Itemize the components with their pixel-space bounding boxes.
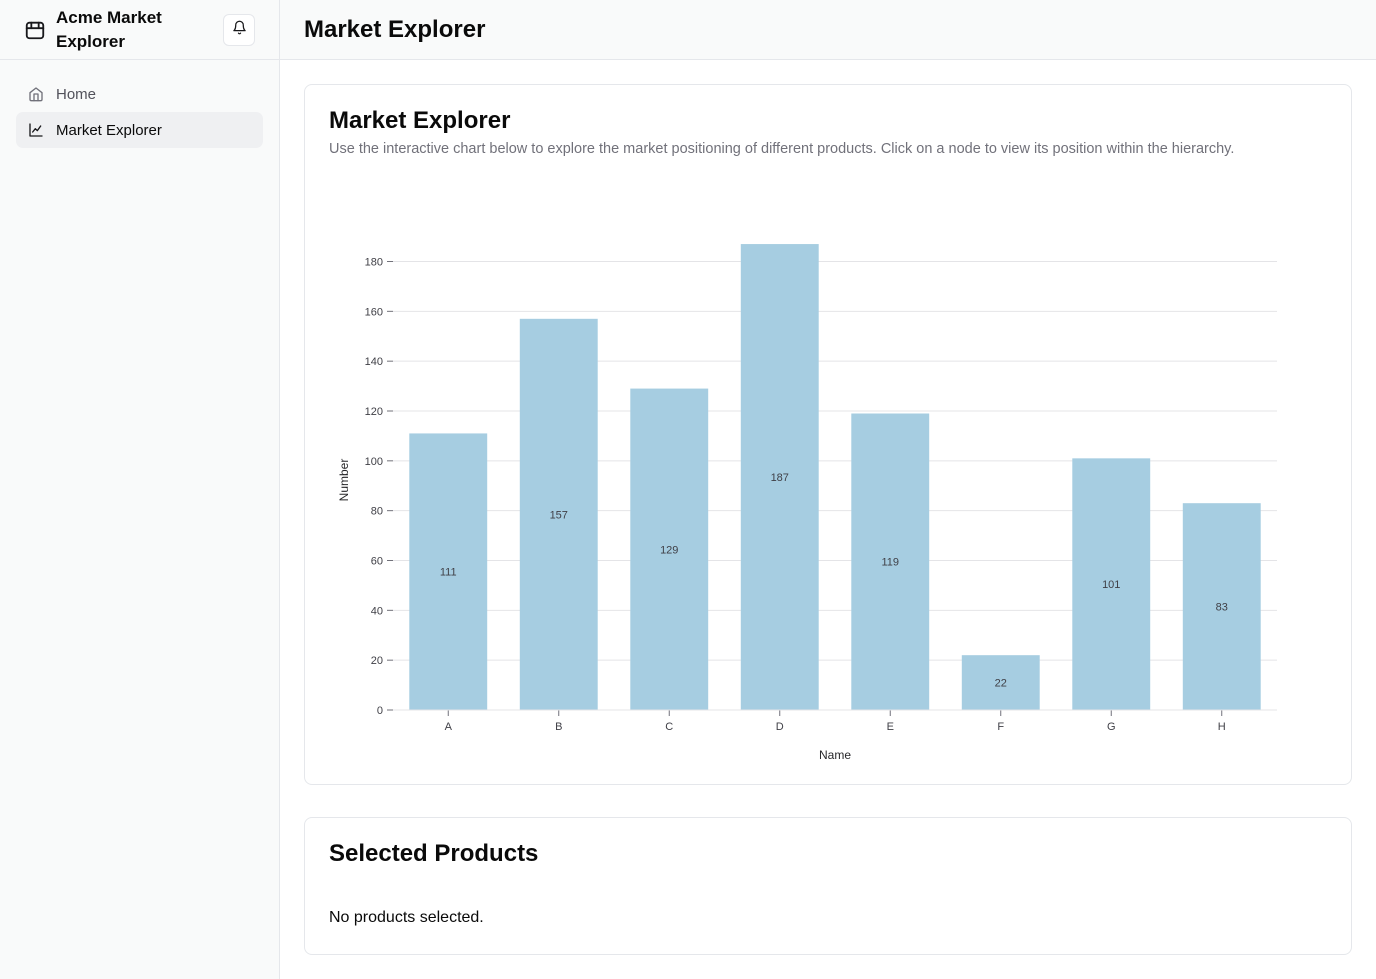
y-tick-label: 180	[365, 257, 383, 269]
y-tick-label: 40	[371, 605, 383, 617]
x-tick-label: A	[445, 721, 453, 733]
store-icon	[24, 19, 46, 41]
sidebar-item-home[interactable]: Home	[16, 76, 263, 112]
line-chart-icon	[28, 122, 44, 138]
y-tick-label: 80	[371, 506, 383, 518]
bar-group[interactable]: 157	[519, 318, 598, 710]
bar-value-label: 101	[1102, 579, 1120, 591]
y-tick-label: 60	[371, 556, 383, 568]
y-axis: 0 20 40 60 80 100 120 140 160 180	[365, 257, 393, 717]
sidebar-item-market-explorer[interactable]: Market Explorer	[16, 112, 263, 148]
bar-group[interactable]: 83	[1182, 503, 1261, 710]
x-tick-label: D	[776, 721, 784, 733]
x-tick-label: H	[1218, 721, 1226, 733]
bar-value-label: 119	[881, 557, 899, 569]
market-explorer-card: Market Explorer Use the interactive char…	[304, 84, 1352, 785]
x-axis-label: Name	[819, 748, 851, 762]
y-tick-label: 100	[365, 456, 383, 468]
page-title: Market Explorer	[304, 15, 486, 43]
bar-group[interactable]: 111	[409, 433, 488, 710]
y-tick-label: 20	[371, 655, 383, 667]
sidebar-nav: Home Market Explorer	[0, 60, 279, 164]
y-tick-label: 120	[365, 406, 383, 418]
top-bar: Market Explorer	[280, 0, 1376, 60]
bar-value-label: 187	[771, 472, 789, 484]
x-axis: A B C D E F G H	[393, 709, 1277, 733]
y-axis-label: Number	[337, 459, 351, 502]
home-icon	[28, 86, 44, 102]
x-tick-label: E	[887, 721, 894, 733]
y-tick-label: 0	[377, 705, 383, 717]
empty-state-text: No products selected.	[329, 909, 484, 926]
bar-group[interactable]: 101	[1072, 458, 1151, 710]
bar-value-label: 22	[995, 678, 1007, 690]
x-tick-label: G	[1107, 721, 1116, 733]
x-tick-label: F	[997, 721, 1004, 733]
bar-group[interactable]: 187	[740, 244, 819, 710]
bar-value-label: 129	[660, 544, 678, 556]
bar-group[interactable]: 119	[851, 413, 930, 710]
sidebar-item-label: Home	[56, 85, 97, 103]
bell-icon	[232, 20, 247, 40]
bar-value-label: 111	[440, 567, 457, 579]
bar-value-label: 83	[1216, 602, 1228, 614]
bar-chart: 111 157 129 187 119 22 101 83 0 20 40 60 80 100 120 14…	[337, 244, 1277, 762]
chart-bars: 111 157 129 187 119 22 101 83	[409, 244, 1261, 710]
x-tick-label: B	[555, 721, 562, 733]
sidebar: Acme Market Explorer Home Market Explore…	[0, 0, 280, 979]
selected-products-card: Selected Products No products selected.	[304, 817, 1352, 955]
card-title: Selected Products	[329, 840, 539, 867]
bar-group[interactable]: 129	[630, 388, 709, 710]
notifications-button[interactable]	[223, 14, 255, 46]
sidebar-header: Acme Market Explorer	[0, 0, 279, 60]
sidebar-item-label: Market Explorer	[56, 121, 162, 139]
app-title: Acme Market Explorer	[56, 7, 162, 51]
x-tick-label: C	[665, 721, 673, 733]
bar-group[interactable]: 22	[961, 655, 1040, 710]
bar-value-label: 157	[550, 509, 568, 521]
y-tick-label: 160	[365, 306, 383, 318]
y-tick-label: 140	[365, 356, 383, 368]
